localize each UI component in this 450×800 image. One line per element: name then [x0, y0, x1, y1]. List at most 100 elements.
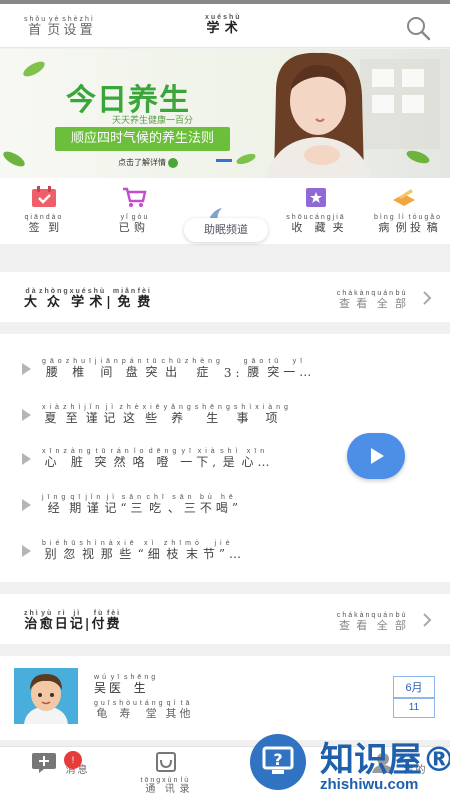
- ruby-char: 这zhè: [119, 404, 143, 425]
- list-item[interactable]: 别bié 忽hū 视shì 那nà 些xiē “细xì 枝zhī 末mò 节”…jié: [22, 534, 322, 564]
- list-item[interactable]: 腰gāo 椎zhuī 间jiān 盘pán 突tū 出chū 症zhèng 3: 腰gāo 突tū…: [22, 352, 322, 382]
- ruby-char: 间jiān: [94, 358, 122, 379]
- favorite-icon: [306, 188, 326, 207]
- ruby-char: 不bù: [199, 494, 216, 515]
- svg-text:?: ?: [273, 750, 282, 769]
- ruby-char: 腰gāo: [42, 358, 66, 379]
- tab-label: 通tōng 讯xùn 录lù: [141, 777, 192, 795]
- arrow-icon: [168, 157, 178, 168]
- banner-subtitle: 天天养生健康一百分: [112, 115, 194, 125]
- ruby-char: 全quán: [371, 612, 395, 632]
- ruby-char: 治zhì: [24, 610, 40, 632]
- banner-more-label: 点击了解详情: [118, 158, 166, 167]
- search-icon[interactable]: [404, 14, 432, 42]
- play-triangle-icon: [22, 545, 31, 557]
- ruby-char: 龟guī: [94, 700, 113, 720]
- ruby-char: 大dà: [24, 288, 40, 310]
- ruby-char: 心…xīn: [241, 448, 274, 469]
- ruby-char: 吴wú: [94, 674, 110, 695]
- play-button[interactable]: [347, 433, 405, 479]
- banner-page-indicator: [216, 159, 232, 162]
- sleep-channel-button[interactable]: 助眠频道: [184, 218, 268, 242]
- page-title: 学xué 术shù: [205, 14, 242, 36]
- calendar-date: 6月 11: [393, 676, 435, 718]
- ruby-char: “三sān: [120, 494, 147, 515]
- ruby-char: 病bìng: [374, 214, 396, 234]
- favorites-button[interactable]: 收shōu 藏cáng 夹jiā: [286, 186, 346, 235]
- ruby-char: 些xiē: [142, 404, 164, 425]
- view-all-link[interactable]: 查chá 看kàn 全quán 部bù: [337, 290, 408, 311]
- ruby-char: 症zhèng: [184, 358, 224, 379]
- submit-case-button[interactable]: 病bìng 例lì 投tóu 稿gǎo: [374, 186, 440, 235]
- banner-more-link[interactable]: 点击了解详情: [118, 157, 178, 168]
- doctor-card[interactable]: 吴wú 医yī 生shēng 龟guī 寿shòu 堂táng 其qí 他tā 6月 11: [0, 656, 450, 740]
- ruby-char: 突tū: [94, 448, 111, 469]
- ruby-char: 记jì: [69, 610, 85, 632]
- ruby-char: 寿shòu: [112, 700, 140, 720]
- ruby-char: 下,xià: [196, 448, 221, 469]
- watermark-url: zhishiwu.com: [320, 776, 419, 793]
- ruby-char: 日rì: [54, 610, 70, 632]
- ruby-char: 页yè: [47, 16, 63, 38]
- play-icon: [371, 448, 384, 464]
- ruby-char: 收shōu: [286, 214, 310, 234]
- ruby-char: 项xiàng: [255, 404, 292, 425]
- tab-messages[interactable]: ! 消息: [30, 751, 90, 777]
- section-healing-diary: 治zhì 愈yù 日rì 记jì | 付fù 费fèi 查chá 看kàn 全quán 部bù: [0, 594, 450, 644]
- calendar-month: 6月: [394, 677, 434, 699]
- promo-banner[interactable]: 今日养生 天天养生健康一百分 顺应四时气候的养生法则 点击了解详情: [0, 49, 450, 178]
- list-item[interactable]: 心xīn 脏zàng 突tū 然rán 咯lo 噔dēng 一yī 下,xià 是shì 心…xī…: [22, 442, 322, 472]
- ruby-char: 录lù: [179, 777, 192, 795]
- ruby-char: 噔dēng: [148, 448, 181, 469]
- avatar: [14, 668, 78, 724]
- ruby-char: 一yī: [180, 448, 197, 469]
- ruby-char: 咯lo: [132, 448, 149, 469]
- list-item[interactable]: 经jīng 期qī 谨jǐn 记jì “三sān 吃chī 、三sān 不bù 喝”hē: [22, 488, 322, 518]
- ruby-char: 购gòu: [131, 214, 150, 234]
- ruby-char: 节”…jié: [202, 540, 246, 561]
- ruby-char: 堂táng: [139, 700, 166, 720]
- play-triangle-icon: [22, 363, 31, 375]
- purchased-button[interactable]: 已yǐ 购gòu: [104, 186, 164, 235]
- ruby-char: 出chū: [161, 358, 185, 379]
- ruby-char: 脏zàng: [63, 448, 95, 469]
- ruby-char: 置zhì: [79, 16, 95, 38]
- chevron-right-icon[interactable]: [422, 291, 432, 305]
- checkin-icon: [32, 186, 56, 207]
- ruby-char: 看kàn: [354, 612, 372, 632]
- ruby-char: 到dào: [45, 214, 64, 234]
- ruby-char: 夏xià: [42, 404, 63, 425]
- ruby-char: 视shì: [79, 540, 101, 561]
- ruby-char: 他tā: [179, 700, 194, 720]
- ruby-char: 付fù: [91, 610, 107, 632]
- ruby-char: 费fèi: [137, 288, 153, 310]
- chevron-right-icon[interactable]: [422, 613, 432, 627]
- ruby-char: 费fèi: [106, 610, 122, 632]
- ruby-char: 吃chī: [146, 494, 168, 515]
- section-title: 治zhì 愈yù 日rì 记jì | 付fù 费fèi: [24, 610, 122, 632]
- ruby-char: 记jì: [103, 404, 120, 425]
- ruby-char: 术shù: [223, 14, 242, 36]
- ruby-char: 谨jǐn: [84, 404, 104, 425]
- ruby-char: 讯xùn: [162, 777, 180, 795]
- ruby-char: 部bù: [395, 290, 408, 310]
- view-all-link[interactable]: 查chá 看kàn 全quán 部bù: [337, 612, 408, 633]
- ruby-char: 学xué: [69, 288, 88, 310]
- ruby-char: 术shù: [87, 288, 107, 310]
- ruby-char: 椎zhuī: [65, 358, 95, 379]
- list-item[interactable]: 夏xià 至zhì 谨jǐn 记jì 这zhè 些xiē 养yǎng 生shēng 事shì 项x…: [22, 398, 322, 428]
- ruby-char: |: [84, 617, 92, 632]
- ruby-char: 末mò: [185, 540, 203, 561]
- ruby-char: 心xīn: [42, 448, 64, 469]
- checkin-button[interactable]: 签qiān 到dào: [14, 186, 74, 235]
- play-triangle-icon: [22, 453, 31, 465]
- ruby-char: 看kàn: [354, 290, 372, 310]
- watermark-logo: ?: [250, 734, 306, 790]
- home-settings-link[interactable]: 首shǒu 页yè 设shè 置zhì: [24, 16, 95, 38]
- ruby-char: 稿gǎo: [424, 214, 443, 234]
- ruby-char: 别bié: [42, 540, 64, 561]
- favorites-label: 收shōu 藏cáng 夹jiā: [286, 214, 345, 235]
- ruby-char: 部bù: [395, 612, 408, 632]
- tab-contacts[interactable]: 通tōng 讯xùn 录lù: [136, 751, 196, 796]
- ruby-char: 投tóu: [408, 214, 425, 234]
